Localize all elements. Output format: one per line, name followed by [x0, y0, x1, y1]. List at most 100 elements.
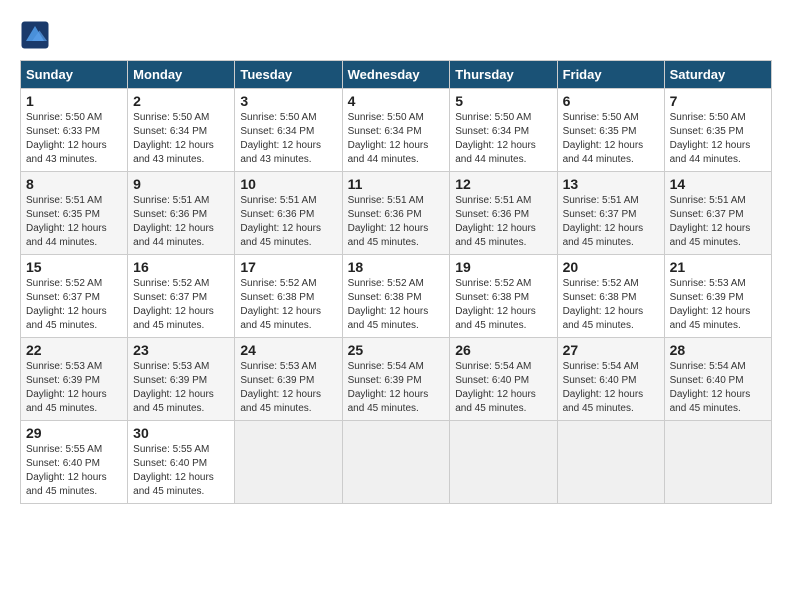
calendar-cell: [557, 421, 664, 504]
day-info: Sunrise: 5:50 AMSunset: 6:34 PMDaylight:…: [133, 111, 229, 167]
day-number: 30: [133, 425, 229, 441]
day-number: 27: [563, 342, 659, 358]
day-info: Sunrise: 5:54 AMSunset: 6:40 PMDaylight:…: [563, 360, 659, 416]
calendar-cell: 7 Sunrise: 5:50 AMSunset: 6:35 PMDaylight…: [664, 89, 771, 172]
day-number: 11: [348, 176, 445, 192]
calendar-cell: 3Sunrise: 5:50 AMSunset: 6:34 PMDaylight…: [235, 89, 342, 172]
day-number: 12: [455, 176, 551, 192]
day-number: 29: [26, 425, 122, 441]
calendar-cell: 24 Sunrise: 5:53 AMSunset: 6:39 PMDayligh…: [235, 338, 342, 421]
calendar-week-row: 8Sunrise: 5:51 AMSunset: 6:35 PMDaylight…: [21, 172, 772, 255]
calendar-cell: [450, 421, 557, 504]
calendar-cell: 15 Sunrise: 5:52 AMSunset: 6:37 PMDayligh…: [21, 255, 128, 338]
calendar-cell: 20 Sunrise: 5:52 AMSunset: 6:38 PMDayligh…: [557, 255, 664, 338]
calendar-week-row: 15 Sunrise: 5:52 AMSunset: 6:37 PMDayligh…: [21, 255, 772, 338]
calendar-cell: 5 Sunrise: 5:50 AMSunset: 6:34 PMDaylight…: [450, 89, 557, 172]
logo: [20, 20, 54, 50]
day-info: Sunrise: 5:52 AMSunset: 6:38 PMDaylight:…: [348, 277, 445, 333]
day-info: Sunrise: 5:54 AMSunset: 6:40 PMDaylight:…: [670, 360, 766, 416]
weekday-header-saturday: Saturday: [664, 61, 771, 89]
day-info: Sunrise: 5:50 AMSunset: 6:33 PMDaylight:…: [26, 111, 122, 167]
day-number: 4: [348, 93, 445, 109]
day-info: Sunrise: 5:51 AMSunset: 6:36 PMDaylight:…: [240, 194, 336, 250]
day-info: Sunrise: 5:50 AMSunset: 6:34 PMDaylight:…: [348, 111, 445, 167]
day-info: Sunrise: 5:55 AMSunset: 6:40 PMDaylight:…: [133, 443, 229, 499]
calendar-table: SundayMondayTuesdayWednesdayThursdayFrid…: [20, 60, 772, 504]
calendar-week-row: 1 Sunrise: 5:50 AMSunset: 6:33 PMDaylight…: [21, 89, 772, 172]
calendar-week-row: 22Sunrise: 5:53 AMSunset: 6:39 PMDayligh…: [21, 338, 772, 421]
calendar-cell: 14 Sunrise: 5:51 AMSunset: 6:37 PMDayligh…: [664, 172, 771, 255]
calendar-week-row: 29 Sunrise: 5:55 AMSunset: 6:40 PMDayligh…: [21, 421, 772, 504]
day-info: Sunrise: 5:55 AMSunset: 6:40 PMDaylight:…: [26, 443, 122, 499]
calendar-cell: 1 Sunrise: 5:50 AMSunset: 6:33 PMDaylight…: [21, 89, 128, 172]
day-number: 3: [240, 93, 336, 109]
day-number: 17: [240, 259, 336, 275]
day-info: Sunrise: 5:50 AMSunset: 6:35 PMDaylight:…: [563, 111, 659, 167]
day-number: 24: [240, 342, 336, 358]
calendar-cell: 30 Sunrise: 5:55 AMSunset: 6:40 PMDayligh…: [128, 421, 235, 504]
calendar-cell: 2 Sunrise: 5:50 AMSunset: 6:34 PMDaylight…: [128, 89, 235, 172]
day-info: Sunrise: 5:51 AMSunset: 6:37 PMDaylight:…: [670, 194, 766, 250]
weekday-header-row: SundayMondayTuesdayWednesdayThursdayFrid…: [21, 61, 772, 89]
day-number: 14: [670, 176, 766, 192]
day-number: 1: [26, 93, 122, 109]
day-info: Sunrise: 5:52 AMSunset: 6:38 PMDaylight:…: [240, 277, 336, 333]
calendar-cell: 25Sunrise: 5:54 AMSunset: 6:39 PMDayligh…: [342, 338, 450, 421]
weekday-header-monday: Monday: [128, 61, 235, 89]
header: [20, 20, 772, 50]
day-info: Sunrise: 5:53 AMSunset: 6:39 PMDaylight:…: [133, 360, 229, 416]
calendar-cell: 18 Sunrise: 5:52 AMSunset: 6:38 PMDayligh…: [342, 255, 450, 338]
day-number: 15: [26, 259, 122, 275]
day-number: 13: [563, 176, 659, 192]
calendar-cell: 6 Sunrise: 5:50 AMSunset: 6:35 PMDaylight…: [557, 89, 664, 172]
day-info: Sunrise: 5:53 AMSunset: 6:39 PMDaylight:…: [26, 360, 122, 416]
day-number: 23: [133, 342, 229, 358]
day-info: Sunrise: 5:51 AMSunset: 6:36 PMDaylight:…: [348, 194, 445, 250]
weekday-header-tuesday: Tuesday: [235, 61, 342, 89]
calendar-cell: 21Sunrise: 5:53 AMSunset: 6:39 PMDayligh…: [664, 255, 771, 338]
calendar-cell: 27 Sunrise: 5:54 AMSunset: 6:40 PMDayligh…: [557, 338, 664, 421]
calendar-cell: [664, 421, 771, 504]
calendar-cell: 12Sunrise: 5:51 AMSunset: 6:36 PMDayligh…: [450, 172, 557, 255]
day-number: 18: [348, 259, 445, 275]
calendar-cell: 17 Sunrise: 5:52 AMSunset: 6:38 PMDayligh…: [235, 255, 342, 338]
calendar-cell: 19 Sunrise: 5:52 AMSunset: 6:38 PMDayligh…: [450, 255, 557, 338]
day-number: 2: [133, 93, 229, 109]
day-info: Sunrise: 5:52 AMSunset: 6:38 PMDaylight:…: [563, 277, 659, 333]
weekday-header-thursday: Thursday: [450, 61, 557, 89]
day-info: Sunrise: 5:50 AMSunset: 6:35 PMDaylight:…: [670, 111, 766, 167]
day-number: 20: [563, 259, 659, 275]
calendar-cell: 10 Sunrise: 5:51 AMSunset: 6:36 PMDayligh…: [235, 172, 342, 255]
calendar-cell: 11 Sunrise: 5:51 AMSunset: 6:36 PMDayligh…: [342, 172, 450, 255]
calendar-cell: [235, 421, 342, 504]
calendar-cell: 29 Sunrise: 5:55 AMSunset: 6:40 PMDayligh…: [21, 421, 128, 504]
day-number: 9: [133, 176, 229, 192]
day-info: Sunrise: 5:54 AMSunset: 6:40 PMDaylight:…: [455, 360, 551, 416]
day-number: 28: [670, 342, 766, 358]
day-info: Sunrise: 5:52 AMSunset: 6:38 PMDaylight:…: [455, 277, 551, 333]
day-number: 19: [455, 259, 551, 275]
logo-icon: [20, 20, 50, 50]
day-info: Sunrise: 5:50 AMSunset: 6:34 PMDaylight:…: [455, 111, 551, 167]
day-number: 25: [348, 342, 445, 358]
weekday-header-wednesday: Wednesday: [342, 61, 450, 89]
day-number: 10: [240, 176, 336, 192]
day-info: Sunrise: 5:53 AMSunset: 6:39 PMDaylight:…: [240, 360, 336, 416]
day-info: Sunrise: 5:51 AMSunset: 6:35 PMDaylight:…: [26, 194, 122, 250]
calendar-cell: 28 Sunrise: 5:54 AMSunset: 6:40 PMDayligh…: [664, 338, 771, 421]
weekday-header-friday: Friday: [557, 61, 664, 89]
day-info: Sunrise: 5:53 AMSunset: 6:39 PMDaylight:…: [670, 277, 766, 333]
day-number: 16: [133, 259, 229, 275]
calendar-cell: 4 Sunrise: 5:50 AMSunset: 6:34 PMDaylight…: [342, 89, 450, 172]
day-number: 7: [670, 93, 766, 109]
calendar-cell: 16 Sunrise: 5:52 AMSunset: 6:37 PMDayligh…: [128, 255, 235, 338]
day-number: 26: [455, 342, 551, 358]
day-info: Sunrise: 5:52 AMSunset: 6:37 PMDaylight:…: [26, 277, 122, 333]
calendar-cell: [342, 421, 450, 504]
calendar-cell: 9Sunrise: 5:51 AMSunset: 6:36 PMDaylight…: [128, 172, 235, 255]
day-number: 5: [455, 93, 551, 109]
calendar-cell: 8Sunrise: 5:51 AMSunset: 6:35 PMDaylight…: [21, 172, 128, 255]
weekday-header-sunday: Sunday: [21, 61, 128, 89]
day-info: Sunrise: 5:52 AMSunset: 6:37 PMDaylight:…: [133, 277, 229, 333]
day-number: 6: [563, 93, 659, 109]
